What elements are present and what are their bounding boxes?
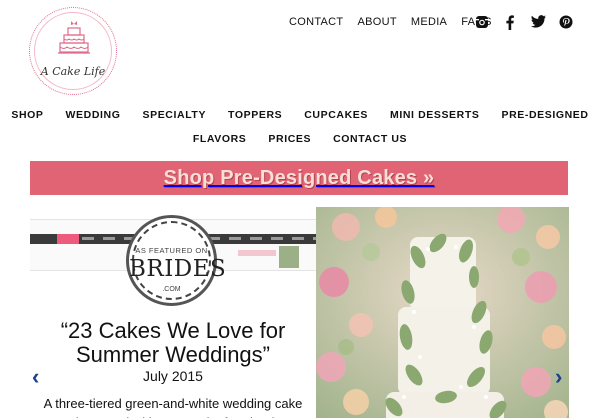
nav-contact-us[interactable]: CONTACT US bbox=[333, 133, 407, 145]
main-nav: SHOP WEDDING SPECIALTY TOPPERS CUPCAKES … bbox=[0, 109, 600, 157]
seal-top-text: AS FEATURED ON bbox=[135, 246, 208, 255]
slide-date: July 2015 bbox=[143, 368, 203, 384]
twitter-icon[interactable] bbox=[531, 15, 547, 31]
main-nav-row-2: FLAVORS PRICES CONTACT US bbox=[0, 133, 600, 145]
nav-specialty[interactable]: SPECIALTY bbox=[143, 109, 207, 121]
seal-bottom-text: .COM bbox=[162, 286, 181, 293]
nav-flavors[interactable]: FLAVORS bbox=[193, 133, 247, 145]
as-featured-seal: AS FEATURED ON BRIDES .COM bbox=[126, 215, 227, 306]
logo-text: A Cake Life bbox=[40, 65, 106, 78]
top-nav: CONTACT ABOUT MEDIA FAQS bbox=[289, 16, 506, 28]
nav-mini-desserts[interactable]: MINI DESSERTS bbox=[390, 109, 479, 121]
pinterest-icon[interactable] bbox=[559, 15, 575, 31]
slide-description: A three-tiered green-and-white wedding c… bbox=[43, 396, 303, 418]
nav-prices[interactable]: PRICES bbox=[268, 133, 311, 145]
nav-shop[interactable]: SHOP bbox=[11, 109, 43, 121]
nav-about[interactable]: ABOUT bbox=[357, 16, 396, 28]
main-nav-row-1: SHOP WEDDING SPECIALTY TOPPERS CUPCAKES … bbox=[0, 109, 600, 121]
featured-slider: AS FEATURED ON BRIDES .COM “23 Cakes We … bbox=[30, 207, 569, 418]
nav-media[interactable]: MEDIA bbox=[411, 16, 447, 28]
nav-toppers[interactable]: TOPPERS bbox=[228, 109, 282, 121]
instagram-icon[interactable] bbox=[475, 15, 491, 31]
site-logo[interactable]: A Cake Life bbox=[29, 7, 117, 95]
nav-contact[interactable]: CONTACT bbox=[289, 16, 343, 28]
slider-prev-arrow[interactable]: ‹ bbox=[32, 364, 39, 390]
nav-wedding[interactable]: WEDDING bbox=[66, 109, 121, 121]
cake-icon bbox=[58, 21, 90, 54]
seal-brand: BRIDES bbox=[129, 256, 227, 282]
mini-subscribe-box bbox=[238, 250, 276, 256]
nav-cupcakes[interactable]: CUPCAKES bbox=[304, 109, 368, 121]
slider-next-arrow[interactable]: › bbox=[555, 364, 562, 390]
banner-label: Shop Pre-Designed Cakes » bbox=[163, 166, 435, 189]
facebook-icon[interactable] bbox=[503, 15, 519, 31]
slide-text-panel: AS FEATURED ON BRIDES .COM “23 Cakes We … bbox=[30, 207, 316, 418]
slide-quote: “23 Cakes We Love for Summer Weddings” bbox=[60, 318, 286, 367]
mini-thumbnail bbox=[279, 246, 299, 268]
mini-nav-active bbox=[57, 234, 79, 244]
nav-pre-designed[interactable]: PRE-DESIGNED bbox=[501, 109, 588, 121]
shop-pre-designed-banner[interactable]: Shop Pre-Designed Cakes » bbox=[30, 161, 568, 195]
social-links bbox=[475, 15, 575, 31]
cake-photo-illustration bbox=[316, 207, 569, 418]
wedding-cake-photo bbox=[316, 207, 569, 418]
